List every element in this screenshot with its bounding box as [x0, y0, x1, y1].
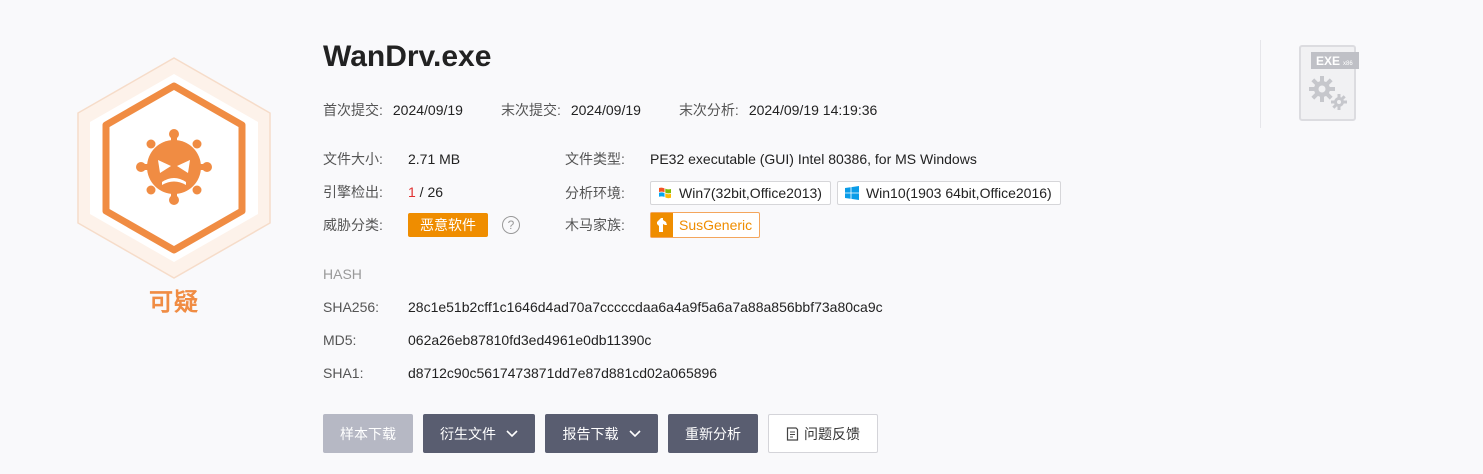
feedback-label: 问题反馈 — [804, 425, 860, 442]
file-arch-text: x86 — [1343, 61, 1353, 67]
vertical-divider — [1260, 40, 1261, 128]
engines-separator: / — [415, 184, 428, 200]
exe-file-type-icon: EXE x86 — [1299, 45, 1359, 121]
report-download-label: 报告下载 — [562, 425, 619, 442]
trojan-horse-icon — [651, 213, 673, 237]
engines-label: 引擎检出: — [323, 184, 383, 200]
sha256-row: SHA256: 28c1e51b2cff1c1646d4ad70a7cccccd… — [323, 299, 883, 315]
reanalyze-label: 重新分析 — [685, 425, 741, 442]
download-sample-label: 样本下载 — [340, 425, 396, 442]
engines-total: 26 — [427, 184, 444, 200]
file-type-value: PE32 executable (GUI) Intel 80386, for M… — [650, 151, 977, 167]
environment-row: 分析环境: Win7(32bit,Office2013) Win10(1903 … — [565, 179, 1067, 206]
suspicious-verdict-badge — [77, 57, 271, 279]
windows10-logo-icon — [844, 185, 859, 200]
env-win7-label: Win7(32bit,Office2013) — [679, 184, 822, 201]
last-analysis-value: 2024/09/19 14:19:36 — [748, 102, 878, 118]
submission-dates: 首次提交: 2024/09/19 末次提交: 2024/09/19 末次分析: 202… — [323, 99, 915, 121]
file-name-title: WanDrv.exe — [323, 40, 492, 73]
chevron-down-icon — [628, 429, 641, 438]
threat-category-tag: 恶意软件 — [408, 213, 488, 237]
env-win10-label: Win10(1903 64bit,Office2016) — [865, 184, 1052, 201]
file-type-label: 文件类型: — [565, 151, 625, 167]
family-tag[interactable]: SusGeneric — [650, 212, 761, 238]
last-submit-value: 2024/09/19 — [570, 102, 641, 118]
feedback-button[interactable]: 问题反馈 — [768, 414, 878, 453]
engines-row: 引擎检出: 1 / 26 — [323, 181, 443, 203]
family-row: 木马家族: SusGeneric — [565, 212, 761, 238]
chevron-down-icon — [506, 429, 518, 438]
family-label: 木马家族: — [565, 217, 625, 233]
report-download-button[interactable]: 报告下载 — [545, 414, 658, 453]
feedback-icon — [786, 426, 799, 441]
md5-value[interactable]: 062a26eb87810fd3ed4961e0db11390c — [408, 332, 651, 348]
environment-label: 分析环境: — [565, 184, 625, 201]
sha1-row: SHA1: d8712c90c5617473871dd7e87d881cd02a… — [323, 365, 717, 381]
help-icon[interactable]: ? — [502, 216, 520, 234]
file-size-row: 文件大小: 2.71 MB — [323, 148, 460, 170]
md5-row: MD5: 062a26eb87810fd3ed4961e0db11390c — [323, 332, 651, 348]
file-type-text: EXE — [1316, 54, 1340, 68]
engines-detected: 1 — [408, 184, 416, 200]
sha256-label: SHA256: — [323, 299, 380, 315]
md5-label: MD5: — [323, 332, 357, 348]
last-analysis-label: 末次分析: — [678, 102, 739, 118]
file-size-label: 文件大小: — [323, 151, 383, 167]
last-submit-label: 末次提交: — [500, 102, 561, 118]
env-tag-win7[interactable]: Win7(32bit,Office2013) — [650, 180, 831, 205]
family-name: SusGeneric — [679, 217, 753, 233]
derived-files-label: 衍生文件 — [440, 425, 496, 442]
hash-heading: HASH — [323, 266, 362, 282]
reanalyze-button[interactable]: 重新分析 — [668, 414, 758, 453]
verdict-label: 可疑 — [149, 289, 199, 316]
sha1-value[interactable]: d8712c90c5617473871dd7e87d881cd02a065896 — [408, 365, 717, 381]
env-tag-win10[interactable]: Win10(1903 64bit,Office2016) — [836, 180, 1061, 205]
threat-row: 威胁分类: 恶意软件 ? — [323, 213, 520, 237]
first-submit-value: 2024/09/19 — [392, 102, 463, 118]
sha1-label: SHA1: — [323, 365, 364, 381]
threat-label: 威胁分类: — [323, 217, 383, 233]
derived-files-button[interactable]: 衍生文件 — [423, 414, 535, 453]
file-type-row: 文件类型: PE32 executable (GUI) Intel 80386,… — [565, 148, 977, 170]
windows7-logo-icon — [659, 187, 671, 198]
download-sample-button[interactable]: 样本下载 — [323, 414, 413, 453]
first-submit-label: 首次提交: — [323, 102, 383, 118]
sha256-value[interactable]: 28c1e51b2cff1c1646d4ad70a7cccccdaa6a4a9f… — [408, 299, 883, 315]
file-size-value: 2.71 MB — [408, 151, 461, 167]
